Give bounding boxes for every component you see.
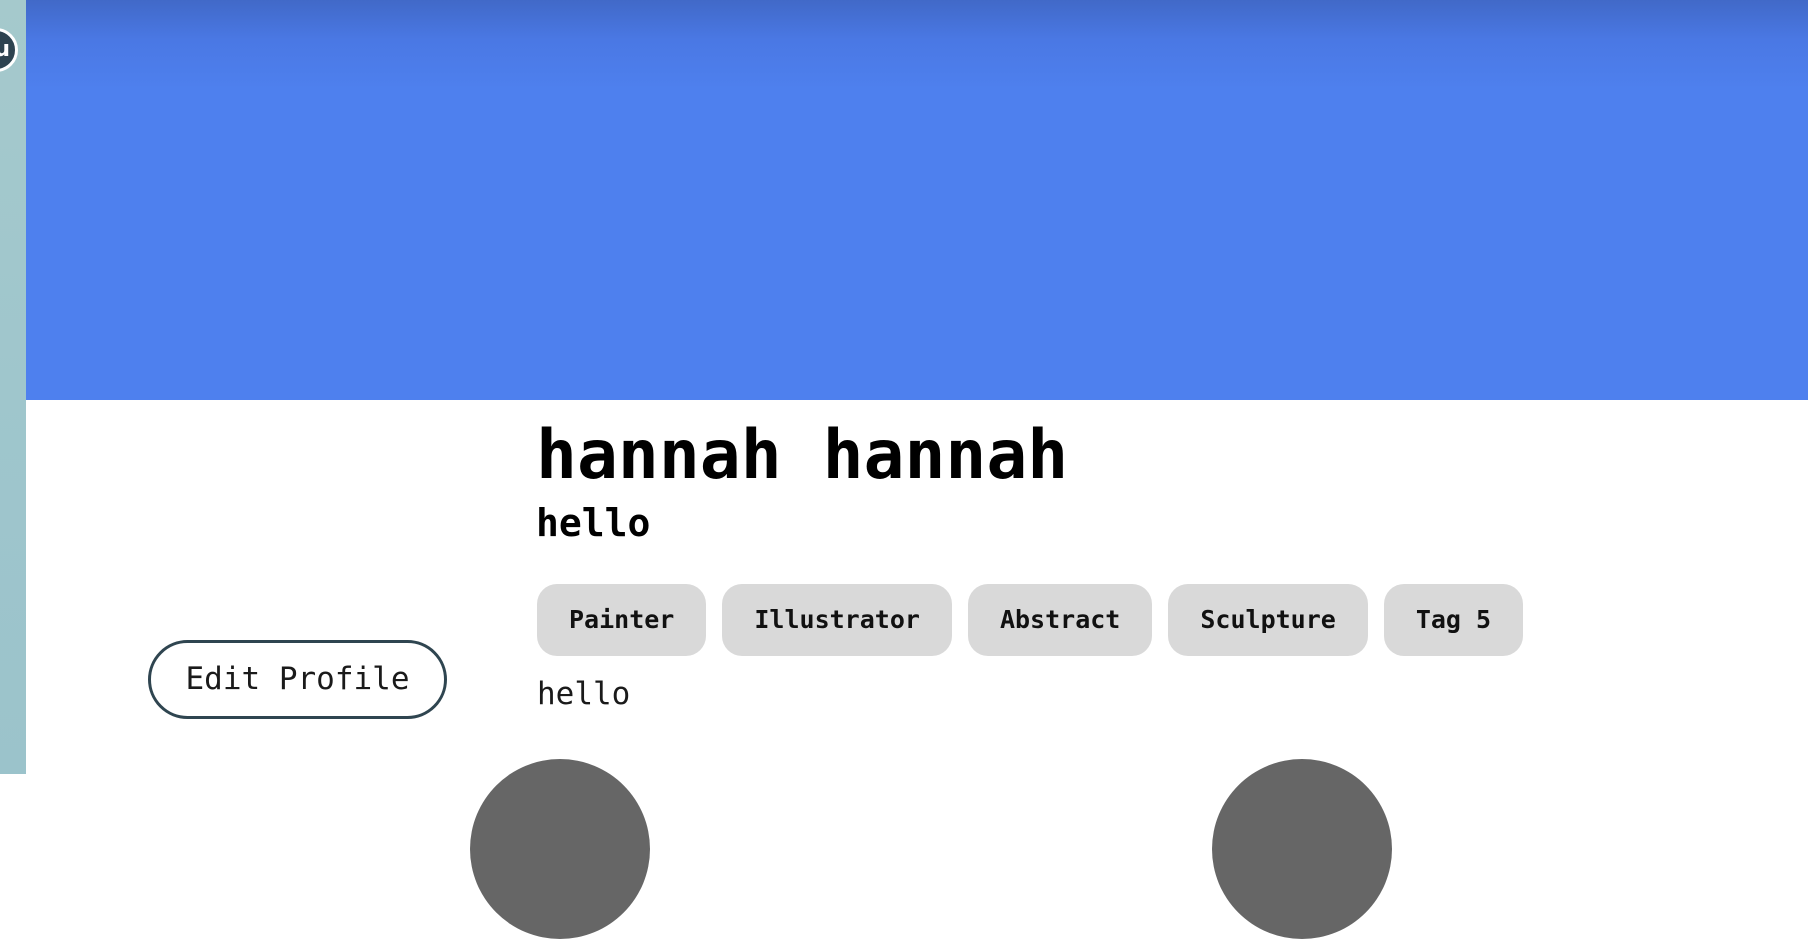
tag-illustrator[interactable]: Illustrator (722, 584, 952, 656)
tag-sculpture[interactable]: Sculpture (1168, 584, 1368, 656)
tag-painter[interactable]: Painter (537, 584, 707, 656)
profile-banner (26, 0, 1808, 400)
artwork-thumbnail[interactable] (470, 759, 650, 939)
tag-5[interactable]: Tag 5 (1383, 584, 1524, 656)
profile-subtitle: hello (536, 501, 651, 545)
profile-bio: hello (537, 676, 631, 712)
sidebar: u (0, 0, 26, 774)
tag-abstract[interactable]: Abstract (967, 584, 1153, 656)
profile-name: hannah hannah (536, 416, 1069, 495)
artwork-thumbnail[interactable] (1212, 759, 1392, 939)
edit-profile-button[interactable]: Edit Profile (148, 640, 447, 719)
app-logo-icon[interactable]: u (0, 28, 18, 72)
profile-tags: Painter Illustrator Abstract Sculpture T… (537, 584, 1524, 656)
